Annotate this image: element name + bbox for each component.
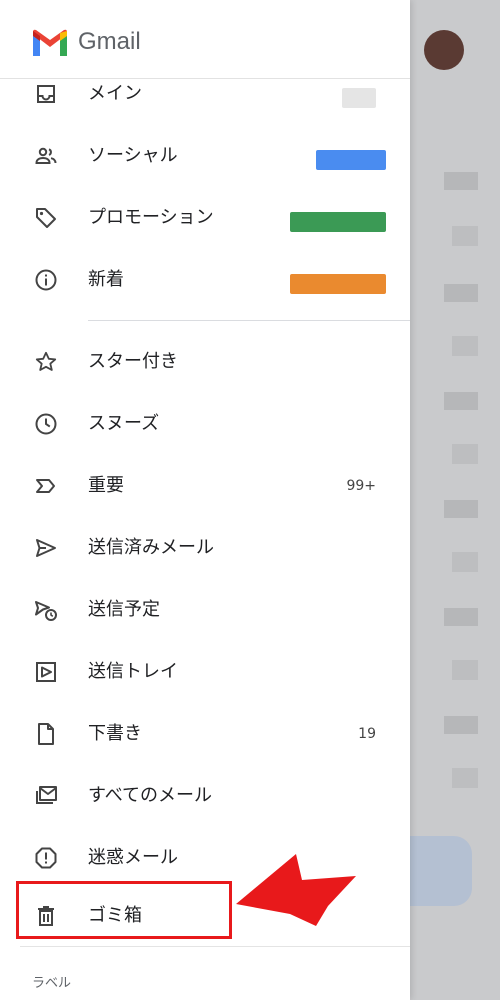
nav-label: 新着	[88, 269, 124, 290]
nav-label: スヌーズ	[88, 413, 160, 434]
blurred-content	[452, 444, 478, 464]
nav-label: 送信済みメール	[88, 537, 214, 558]
blurred-content	[452, 226, 478, 246]
nav-label: 送信トレイ	[88, 661, 178, 682]
nav-label: 送信予定	[88, 599, 160, 620]
blurred-content	[452, 660, 478, 680]
send-icon	[36, 539, 56, 557]
inbox-icon	[37, 85, 55, 103]
nav-item-updates[interactable]: 新着	[0, 250, 410, 310]
blurred-content	[452, 336, 478, 356]
nav-item-outbox[interactable]: 送信トレイ	[0, 642, 410, 702]
spam-icon	[35, 847, 57, 869]
nav-item-promotions[interactable]: プロモーション	[0, 188, 410, 248]
arrow-icon	[236, 854, 356, 926]
blurred-content	[444, 172, 478, 190]
divider	[88, 320, 410, 321]
unread-count: 99+	[346, 478, 376, 494]
blurred-badge	[290, 212, 386, 232]
draft-count: 19	[358, 726, 376, 742]
all-mail-icon	[36, 786, 57, 804]
highlight-box	[16, 881, 232, 939]
nav-label: すべてのメール	[88, 785, 213, 806]
app-title: Gmail	[78, 28, 141, 55]
star-icon	[35, 351, 57, 371]
nav-label: 重要	[88, 475, 124, 496]
nav-item-social[interactable]: ソーシャル	[0, 126, 410, 186]
people-icon	[35, 147, 57, 164]
gmail-logo-icon	[33, 29, 67, 56]
divider	[20, 946, 410, 947]
nav-item-important[interactable]: 重要 99+	[0, 456, 410, 516]
blurred-content	[452, 552, 478, 572]
nav-item-starred[interactable]: スター付き	[0, 332, 410, 392]
info-icon	[35, 269, 57, 291]
blurred-count	[342, 88, 376, 108]
account-avatar	[424, 30, 464, 70]
nav-label: プロモーション	[88, 207, 214, 228]
blurred-badge	[290, 274, 386, 294]
nav-item-main[interactable]: メイン	[0, 64, 410, 124]
nav-item-snoozed[interactable]: スヌーズ	[0, 394, 410, 454]
blurred-badge	[316, 150, 386, 170]
nav-label: メイン	[88, 83, 142, 104]
clock-icon	[35, 413, 57, 435]
blurred-content	[444, 608, 478, 626]
nav-item-all-mail[interactable]: すべてのメール	[0, 766, 410, 826]
nav-item-drafts[interactable]: 下書き 19	[0, 704, 410, 764]
nav-item-scheduled[interactable]: 送信予定	[0, 580, 410, 640]
blurred-content	[452, 768, 478, 788]
nav-label: 迷惑メール	[88, 847, 178, 868]
scheduled-send-icon	[35, 601, 57, 621]
tag-icon	[36, 208, 56, 228]
blurred-content	[444, 284, 478, 302]
nav-item-sent[interactable]: 送信済みメール	[0, 518, 410, 578]
blurred-content	[444, 392, 478, 410]
nav-label: ソーシャル	[88, 145, 178, 166]
blurred-content	[444, 500, 478, 518]
outbox-icon	[36, 662, 56, 682]
important-icon	[36, 479, 55, 493]
nav-label: 下書き	[88, 723, 142, 744]
nav-label: スター付き	[88, 351, 178, 372]
section-header-labels: ラベル	[32, 976, 72, 991]
blurred-content	[444, 716, 478, 734]
draft-icon	[38, 723, 54, 745]
